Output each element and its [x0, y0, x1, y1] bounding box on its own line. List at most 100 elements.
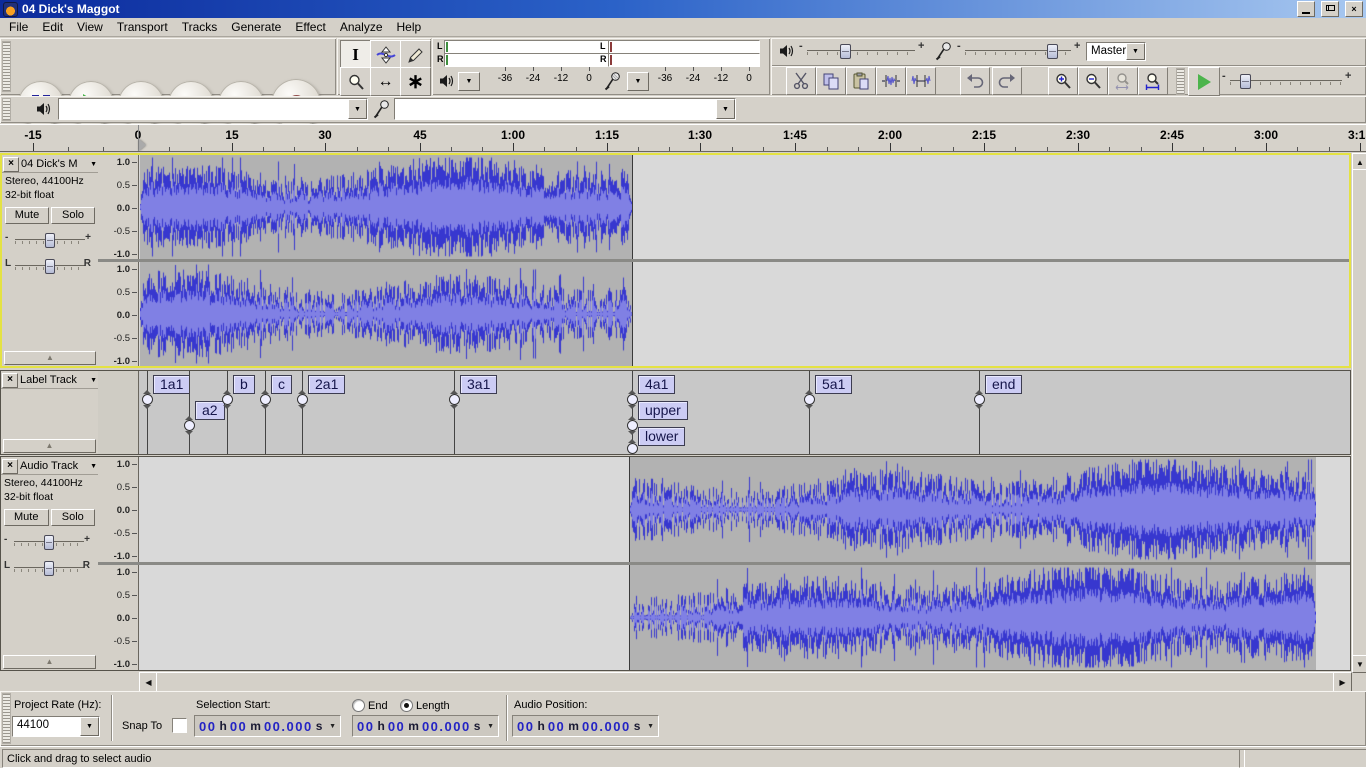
chevron-down-icon[interactable]: ▼	[1126, 43, 1145, 60]
track2-solo-button[interactable]: Solo	[51, 509, 96, 526]
cut-button[interactable]	[786, 67, 816, 95]
label-5a1[interactable]: 5a1	[815, 375, 852, 394]
input-meter-left-bar[interactable]	[608, 40, 760, 54]
label-handle-2a1[interactable]	[297, 394, 308, 405]
label-3a1[interactable]: 3a1	[460, 375, 497, 394]
output-meter-left-bar[interactable]	[444, 40, 614, 54]
timeshift-tool-button[interactable]: ↔	[370, 67, 401, 96]
audio-position-field[interactable]: 00h00m00.000s▼	[512, 715, 659, 737]
track2-collapse-button[interactable]: ▲	[3, 655, 96, 669]
track2-mute-button[interactable]: Mute	[4, 509, 49, 526]
chevron-down-icon[interactable]: ▼	[329, 723, 336, 730]
track1-waveform-right[interactable]	[140, 262, 632, 366]
scroll-right-button[interactable]: ▶	[1333, 672, 1352, 692]
label-track-content[interactable]: 1a1a2bc2a13a14a1upperlower5a1end	[139, 371, 1350, 454]
selection-end-length-field[interactable]: 00h00m00.000s▼	[352, 715, 499, 737]
output-volume-slider[interactable]	[807, 44, 915, 57]
label-1a1[interactable]: 1a1	[153, 375, 190, 394]
label-4a1[interactable]: 4a1	[638, 375, 675, 394]
track1-gain-slider[interactable]: - +	[5, 231, 95, 247]
menu-item-analyze[interactable]: Analyze	[333, 18, 390, 36]
input-meter-right-bar[interactable]	[608, 53, 760, 67]
label-track-close-button[interactable]: ×	[2, 373, 18, 388]
output-meter-right-bar[interactable]	[444, 53, 614, 67]
transport-toolbar-grabber[interactable]	[2, 41, 11, 92]
transcription-toolbar-grabber[interactable]	[1176, 68, 1185, 95]
input-meter-menu-button[interactable]: ▼	[627, 72, 649, 91]
label-b[interactable]: b	[233, 375, 255, 394]
project-rate-select[interactable]: 44100 ▼	[12, 716, 100, 737]
track1-solo-button[interactable]: Solo	[51, 207, 95, 224]
track2-gain-thumb[interactable]	[44, 535, 54, 550]
chevron-down-icon[interactable]: ▼	[348, 99, 367, 119]
draw-tool-button[interactable]	[400, 40, 431, 69]
menu-item-view[interactable]: View	[70, 18, 110, 36]
output-volume-thumb[interactable]	[840, 44, 851, 59]
label-handle-b[interactable]	[222, 394, 233, 405]
label-track-collapse-button[interactable]: ▲	[3, 439, 96, 453]
redo-button[interactable]	[992, 67, 1022, 95]
input-source-select[interactable]: Master ▼	[1086, 42, 1146, 61]
scroll-down-button[interactable]: ▼	[1352, 655, 1366, 673]
label-upper[interactable]: upper	[638, 401, 688, 420]
label-2a1[interactable]: 2a1	[308, 375, 345, 394]
paste-button[interactable]	[846, 67, 876, 95]
end-radio-label[interactable]: End	[368, 700, 388, 712]
output-device-select[interactable]: ▼	[58, 98, 368, 120]
snap-to-checkbox[interactable]	[172, 718, 187, 733]
playhead-flag[interactable]	[139, 139, 146, 151]
menu-item-file[interactable]: File	[2, 18, 35, 36]
selection-tool-button[interactable]: I	[340, 40, 371, 69]
zoom-in-button[interactable]	[1048, 67, 1078, 95]
input-volume-thumb[interactable]	[1047, 44, 1058, 59]
track1-collapse-button[interactable]: ▲	[4, 351, 96, 365]
menu-item-generate[interactable]: Generate	[224, 18, 288, 36]
chevron-down-icon[interactable]: ▼	[647, 723, 654, 730]
track1-mute-button[interactable]: Mute	[5, 207, 49, 224]
horizontal-scrollbar[interactable]: ◀ ▶	[0, 672, 1366, 690]
menu-item-transport[interactable]: Transport	[110, 18, 175, 36]
label-handle-4a1[interactable]	[627, 394, 638, 405]
zoom-tool-button[interactable]	[340, 67, 371, 96]
track2-pan-thumb[interactable]	[44, 561, 54, 576]
label-handle-a2[interactable]	[184, 420, 195, 431]
trim-button[interactable]	[876, 67, 906, 95]
close-button[interactable]: ×	[1345, 1, 1363, 17]
chevron-down-icon[interactable]: ▼	[80, 717, 99, 736]
vertical-scroll-thumb[interactable]	[1352, 169, 1366, 657]
fit-selection-button[interactable]	[1108, 67, 1138, 95]
output-meter-menu-button[interactable]: ▼	[458, 72, 480, 91]
track1-gain-thumb[interactable]	[45, 233, 55, 248]
device-toolbar-grabber[interactable]	[2, 98, 11, 121]
minimize-button[interactable]	[1297, 1, 1315, 17]
selection-start-field[interactable]: 00h00m00.000s▼	[194, 715, 341, 737]
label-handle-c[interactable]	[260, 394, 271, 405]
track2-pan-slider[interactable]: L R	[4, 559, 94, 575]
playback-speed-slider[interactable]	[1230, 74, 1342, 87]
track1-close-button[interactable]: ×	[3, 157, 19, 172]
zoom-out-button[interactable]	[1078, 67, 1108, 95]
horizontal-scroll-thumb[interactable]	[156, 672, 1335, 692]
label-handle-3a1[interactable]	[449, 394, 460, 405]
label-track-title-menu[interactable]: Label Track▼	[20, 374, 97, 386]
menu-item-tracks[interactable]: Tracks	[175, 18, 225, 36]
track2-gain-slider[interactable]: - +	[4, 533, 94, 549]
label-handle-1a1[interactable]	[142, 394, 153, 405]
length-radio[interactable]	[400, 699, 413, 712]
vertical-scrollbar[interactable]: ▲ ▼	[1352, 153, 1366, 671]
label-end[interactable]: end	[985, 375, 1022, 394]
label-a2[interactable]: a2	[195, 401, 225, 420]
input-device-select[interactable]: ▼	[394, 98, 736, 120]
menu-item-effect[interactable]: Effect	[288, 18, 332, 36]
timeline-ruler[interactable]: -1501530451:001:151:301:452:002:152:302:…	[0, 124, 1366, 152]
label-handle-upper[interactable]	[627, 420, 638, 431]
chevron-down-icon[interactable]: ▼	[716, 99, 735, 119]
playback-speed-thumb[interactable]	[1240, 74, 1251, 89]
end-radio[interactable]	[352, 699, 365, 712]
undo-button[interactable]	[960, 67, 990, 95]
copy-button[interactable]	[816, 67, 846, 95]
track1-title-menu[interactable]: 04 Dick's M▼	[21, 158, 97, 170]
label-c[interactable]: c	[271, 375, 292, 394]
multi-tool-button[interactable]: ∗	[400, 67, 431, 96]
menu-item-edit[interactable]: Edit	[35, 18, 70, 36]
